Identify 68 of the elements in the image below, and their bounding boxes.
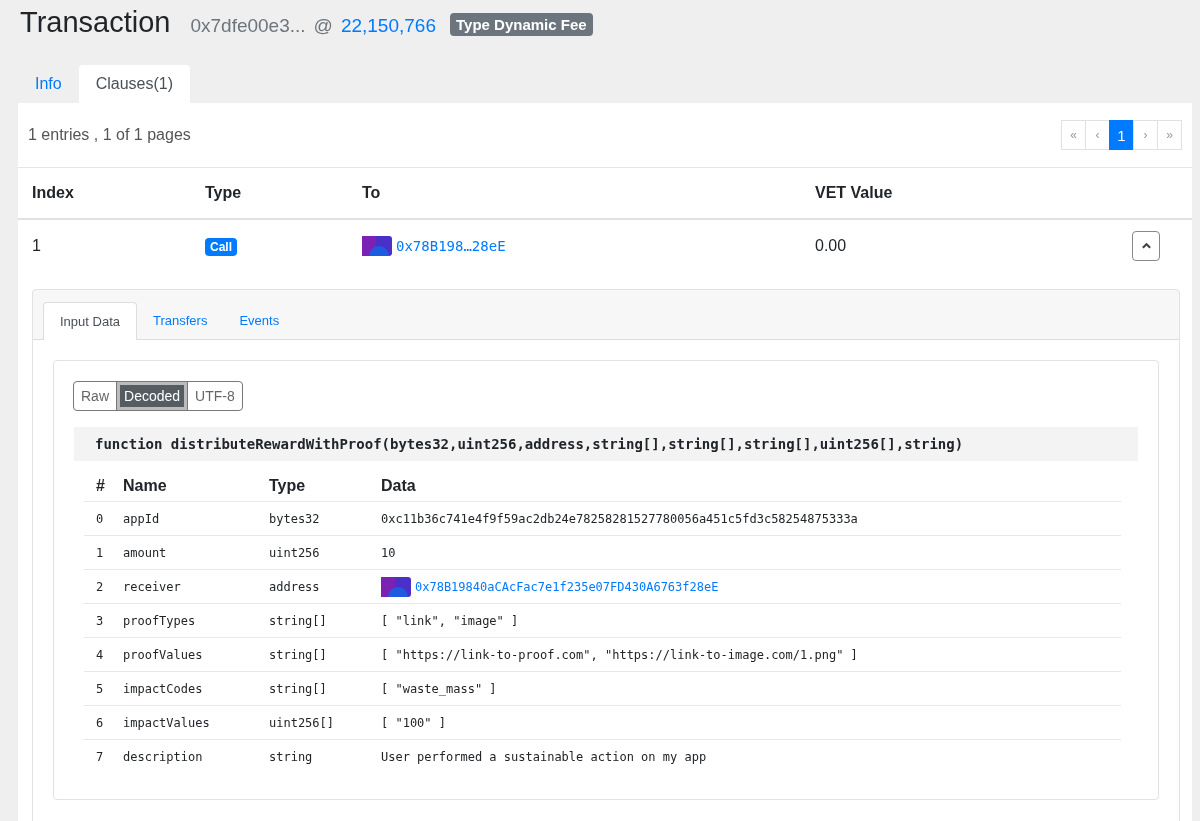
column-header: Index [32, 184, 75, 202]
table-cell-text: 4 [96, 647, 105, 662]
transaction-hash: 0x7dfe00e3... [190, 15, 306, 37]
column-header: VET Value [815, 184, 894, 202]
table-cell-text: address [269, 579, 321, 594]
table-cell-text: 10 [381, 545, 397, 560]
identicon-icon [381, 576, 411, 597]
table-cell-text: appId [123, 511, 161, 526]
format-button[interactable]: Raw [73, 381, 117, 411]
table-cell-text: description [123, 749, 204, 764]
table-cell-text: [ "100" ] [381, 715, 448, 730]
tab[interactable]: Events [223, 302, 296, 339]
table-cell-text: string[] [269, 647, 328, 662]
block-link[interactable]: 22,150,766 [340, 15, 436, 37]
table-cell-text: string[] [269, 681, 328, 696]
table-cell-text: [ "https://link-to-proof.com", "https://link-to-image.com/1.png" ] [381, 647, 859, 662]
page-button[interactable]: ‹ [1085, 120, 1110, 150]
table-cell-text: proofValues [123, 647, 204, 662]
table-cell-text: receiver [123, 579, 182, 594]
caret-icon [1140, 242, 1152, 250]
table-cell-text: 2 [96, 579, 105, 594]
table-cell-text: 0xc11b36c741e4f9f59ac2db24e78258281527780056a451c5fd3c58254875333a [381, 511, 859, 526]
function-signature: function distributeRewardWithProof(bytes32,uint256,address,string[],string[],string[],uint256[],string) [74, 427, 1138, 461]
table-cell-text: 3 [96, 613, 105, 628]
page-title: Transaction [20, 6, 171, 39]
table-cell-text: 0.00 [815, 237, 848, 255]
format-button[interactable]: UTF-8 [187, 381, 243, 411]
pagination-summary: 1 entries , 1 of 1 pages [28, 126, 191, 144]
table-cell-text: 1 [96, 545, 105, 560]
table-cell-text: 6 [96, 715, 105, 730]
table-cell-text: [ "waste_mass" ] [381, 681, 498, 696]
table-cell-text: bytes32 [269, 511, 321, 526]
tab[interactable]: Input Data [43, 302, 137, 340]
table-cell-text: impactCodes [123, 681, 204, 696]
tab[interactable]: Clauses(1) [78, 65, 191, 103]
type-badge: Type Dynamic Fee [450, 13, 593, 36]
page-button[interactable]: » [1157, 120, 1182, 150]
column-header: Data [381, 477, 417, 495]
table-cell-text: 0 [96, 511, 105, 526]
table-cell-text: 5 [96, 681, 105, 696]
table-cell-text: 7 [96, 749, 105, 764]
collapse-button[interactable] [1132, 231, 1160, 261]
tab[interactable]: Info [18, 65, 79, 103]
at-sign: @ [313, 15, 333, 37]
table-cell-text: string[] [269, 613, 328, 628]
table-cell-text: User performed a sustainable action on my app [381, 749, 708, 764]
table-cell-text: [ "link", "image" ] [381, 613, 520, 628]
table-cell-text: proofTypes [123, 613, 197, 628]
column-header: # [96, 477, 106, 495]
identicon-icon [362, 236, 392, 256]
call-badge: Call [205, 238, 237, 256]
table-cell-text: uint256[] [269, 715, 336, 730]
page-button[interactable]: 1 [1109, 120, 1134, 150]
format-button[interactable]: Decoded [116, 381, 189, 411]
table-cell-text: amount [123, 545, 168, 560]
page-button[interactable]: › [1133, 120, 1158, 150]
table-cell-text: impactValues [123, 715, 211, 730]
column-header: Name [123, 477, 168, 495]
address-link[interactable]: 0x78B19840aCAcFac7e1f235e07FD430A6763f28eE [415, 579, 719, 594]
table-cell-text: 1 [32, 237, 42, 255]
address-link[interactable]: 0x78B198…28eE [396, 238, 506, 254]
page-button[interactable]: « [1061, 120, 1086, 150]
column-header: Type [269, 477, 307, 495]
table-cell-text: uint256 [269, 545, 321, 560]
column-header: To [362, 184, 382, 202]
tab[interactable]: Transfers [137, 302, 224, 339]
column-header: Type [205, 184, 243, 202]
table-cell-text: string [269, 749, 314, 764]
